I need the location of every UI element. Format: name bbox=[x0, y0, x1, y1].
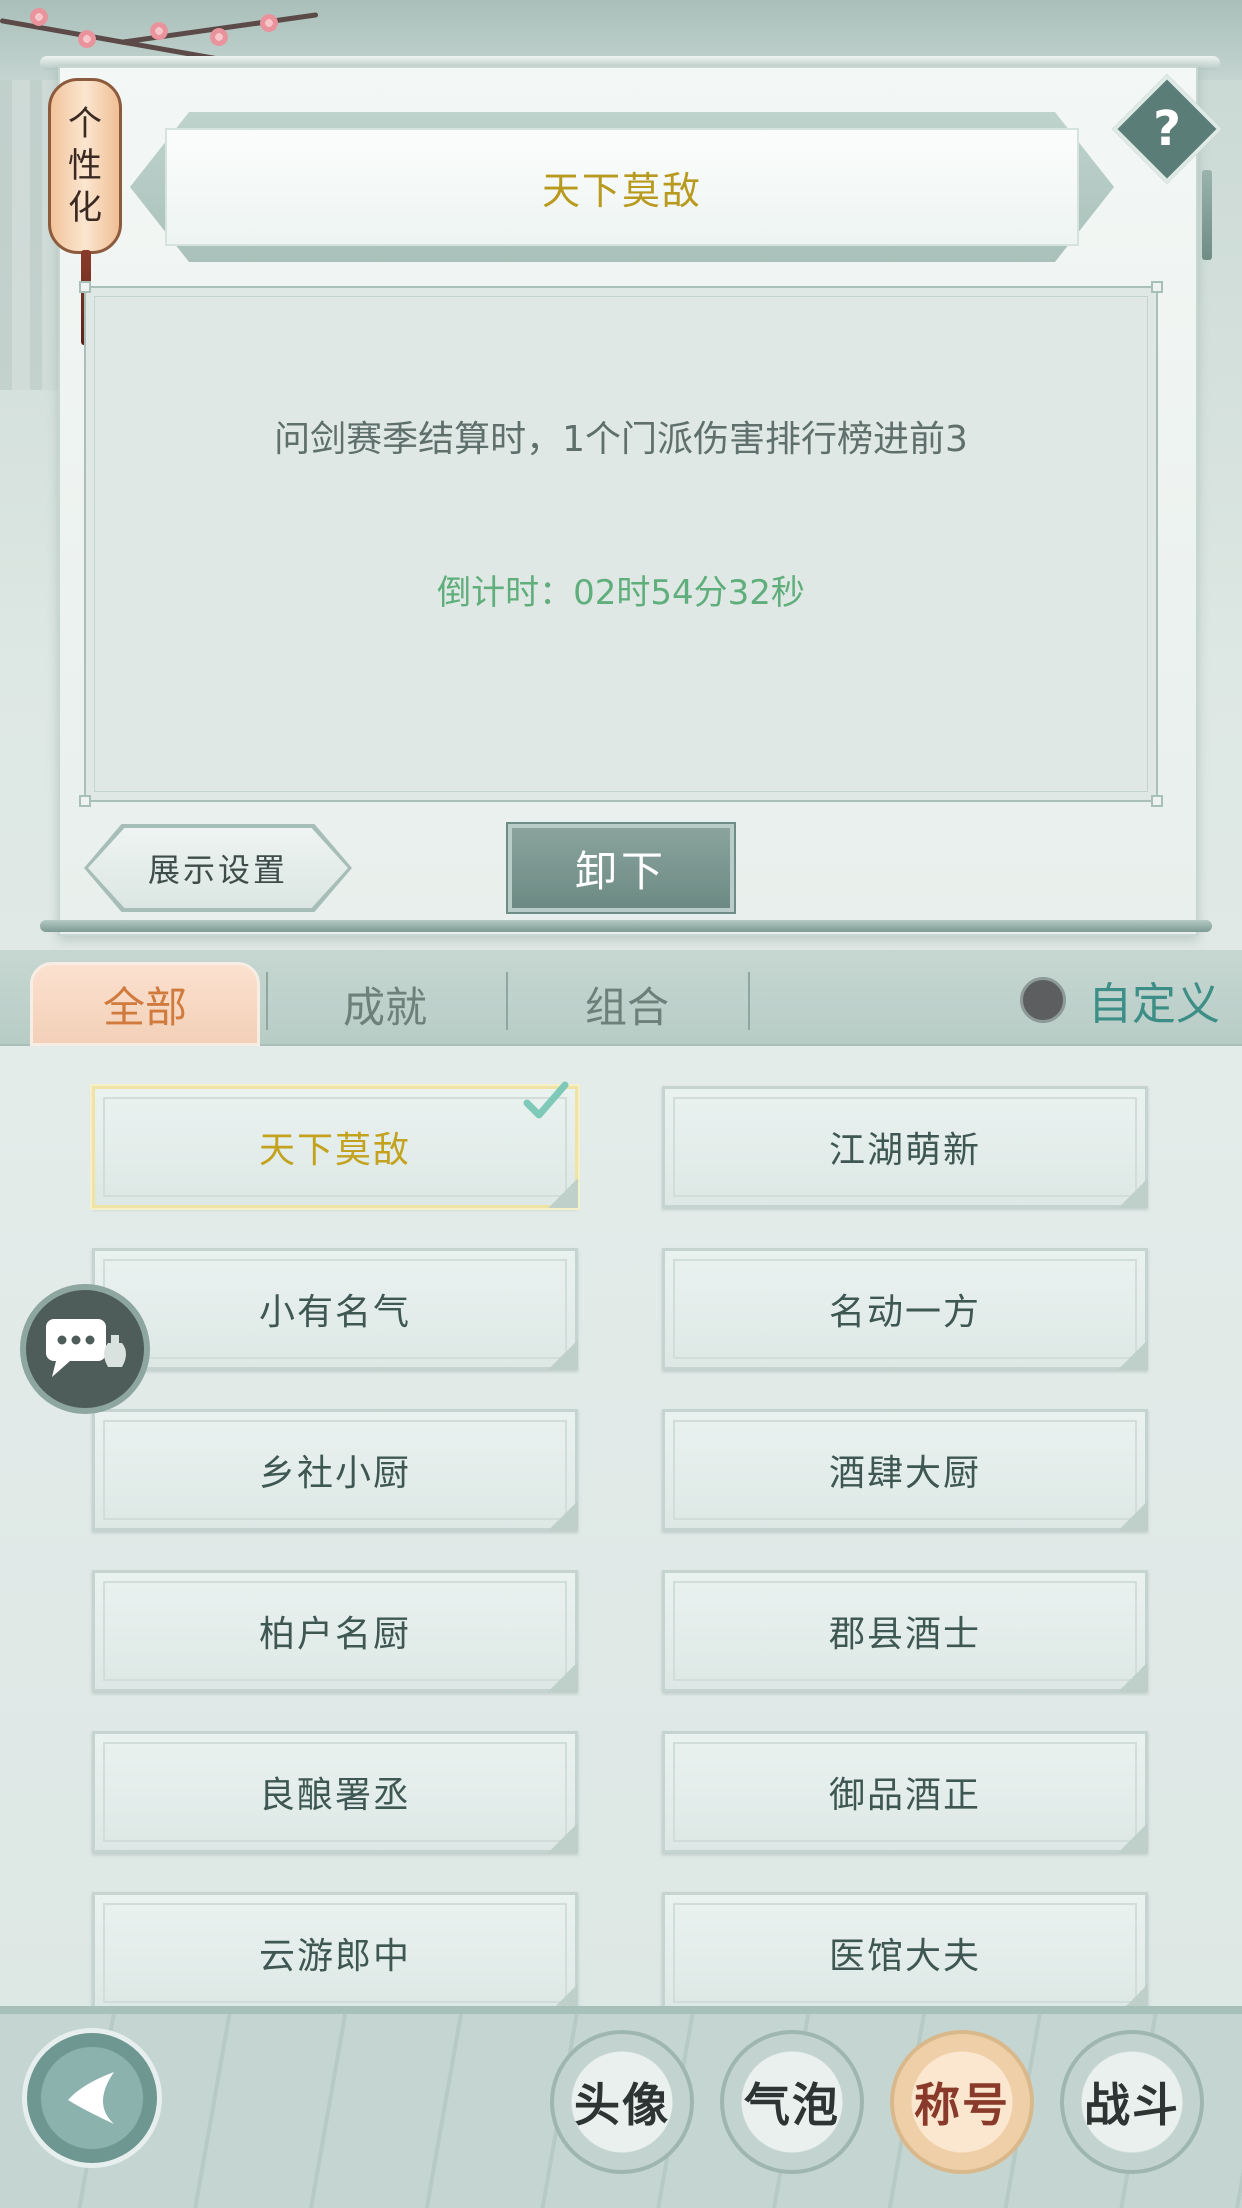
nav-label: 称号 bbox=[914, 2078, 1010, 2132]
title-card-label: 乡社小厨 bbox=[258, 1453, 411, 1494]
title-card[interactable]: 云游郎中 bbox=[92, 1892, 578, 2014]
decorative-tassel bbox=[1202, 170, 1212, 260]
title-card[interactable]: 酒肆大厨 bbox=[662, 1409, 1148, 1531]
personalization-lantern: 个 性 化 bbox=[48, 78, 122, 254]
title-banner: 天下莫敌 bbox=[165, 128, 1079, 246]
title-card[interactable]: 乡社小厨 bbox=[92, 1409, 578, 1531]
title-card-label: 江湖萌新 bbox=[828, 1130, 981, 1171]
countdown-timer: 倒计时：02时54分32秒 bbox=[437, 573, 805, 613]
title-card-label: 名动一方 bbox=[828, 1292, 981, 1333]
title-card-label: 小有名气 bbox=[258, 1292, 411, 1333]
title-card-label: 云游郎中 bbox=[258, 1936, 411, 1977]
nav-battle[interactable]: 战斗 bbox=[1060, 2030, 1204, 2174]
lantern-char: 性 bbox=[68, 146, 102, 186]
custom-toggle[interactable]: 自定义 bbox=[1020, 968, 1220, 1032]
nav-bubble[interactable]: 气泡 bbox=[720, 2030, 864, 2174]
lantern-char: 个 bbox=[68, 104, 102, 144]
title-card[interactable]: 良酿署丞 bbox=[92, 1731, 578, 1853]
personalization-screen: 天下莫敌 个 性 化 ? 问剑赛季结算时，1个门派伤害排行榜进前3 倒计时：02… bbox=[0, 0, 1242, 2208]
tab-achievement[interactable]: 成就 bbox=[270, 962, 500, 1046]
description-box bbox=[79, 281, 1163, 807]
chat-bubble-icon bbox=[46, 1319, 126, 1377]
nav-label: 气泡 bbox=[744, 2078, 840, 2132]
frame-corner bbox=[79, 281, 91, 293]
display-settings-label: 展示设置 bbox=[147, 851, 288, 889]
scroll-bottom-rod bbox=[40, 920, 1212, 932]
nav-label: 战斗 bbox=[1084, 2078, 1180, 2132]
tab-divider bbox=[748, 972, 750, 1030]
selected-title-name: 天下莫敌 bbox=[541, 168, 702, 213]
lantern-char: 化 bbox=[68, 188, 102, 228]
tab-combination[interactable]: 组合 bbox=[512, 962, 742, 1046]
tab-label: 成就 bbox=[342, 982, 427, 1032]
blossom-decoration bbox=[30, 8, 48, 26]
title-card-label: 良酿署丞 bbox=[258, 1775, 411, 1816]
unload-button[interactable]: 卸下 bbox=[506, 822, 736, 914]
nav-avatar[interactable]: 头像 bbox=[550, 2030, 694, 2174]
blossom-decoration bbox=[150, 22, 168, 40]
title-card-label: 御品酒正 bbox=[828, 1775, 981, 1816]
tab-all[interactable]: 全部 bbox=[30, 962, 260, 1046]
title-card[interactable]: 医馆大夫 bbox=[662, 1892, 1148, 2014]
nav-title[interactable]: 称号 bbox=[890, 2030, 1034, 2174]
tab-label: 全部 bbox=[102, 982, 187, 1032]
title-card-label: 柏户名厨 bbox=[258, 1614, 411, 1655]
custom-label: 自定义 bbox=[1088, 979, 1220, 1030]
frame-corner bbox=[1151, 795, 1163, 807]
display-settings-button[interactable]: 展示设置 bbox=[88, 828, 348, 908]
title-card-label: 医馆大夫 bbox=[828, 1936, 981, 1977]
nav-label: 头像 bbox=[574, 2078, 670, 2132]
tab-divider bbox=[266, 972, 268, 1030]
blossom-decoration bbox=[78, 30, 96, 48]
custom-toggle-dot[interactable] bbox=[1020, 977, 1066, 1023]
back-arrow-icon bbox=[68, 2072, 114, 2124]
title-card[interactable]: 御品酒正 bbox=[662, 1731, 1148, 1853]
title-card[interactable]: 小有名气 bbox=[92, 1248, 578, 1370]
title-requirement-text: 问剑赛季结算时，1个门派伤害排行榜进前3 bbox=[274, 419, 968, 460]
tab-label: 组合 bbox=[584, 982, 669, 1032]
title-card-label: 酒肆大厨 bbox=[828, 1453, 981, 1494]
title-card-selected[interactable]: 天下莫敌 bbox=[92, 1081, 578, 1208]
back-button[interactable] bbox=[22, 2028, 162, 2168]
title-card[interactable]: 江湖萌新 bbox=[662, 1086, 1148, 1208]
tab-divider bbox=[506, 972, 508, 1030]
unload-label: 卸下 bbox=[574, 846, 667, 896]
title-card[interactable]: 名动一方 bbox=[662, 1248, 1148, 1370]
title-card-label: 天下莫敌 bbox=[258, 1130, 411, 1171]
title-card[interactable]: 郡县酒士 bbox=[662, 1570, 1148, 1692]
help-icon[interactable]: ? bbox=[1128, 90, 1206, 168]
blossom-decoration bbox=[260, 14, 278, 32]
title-card[interactable]: 柏户名厨 bbox=[92, 1570, 578, 1692]
blossom-decoration bbox=[210, 28, 228, 46]
chat-button[interactable] bbox=[20, 1284, 150, 1414]
title-card-label: 郡县酒士 bbox=[828, 1614, 981, 1655]
checkmark-icon bbox=[523, 1081, 569, 1119]
frame-corner bbox=[79, 795, 91, 807]
frame-corner bbox=[1151, 281, 1163, 293]
